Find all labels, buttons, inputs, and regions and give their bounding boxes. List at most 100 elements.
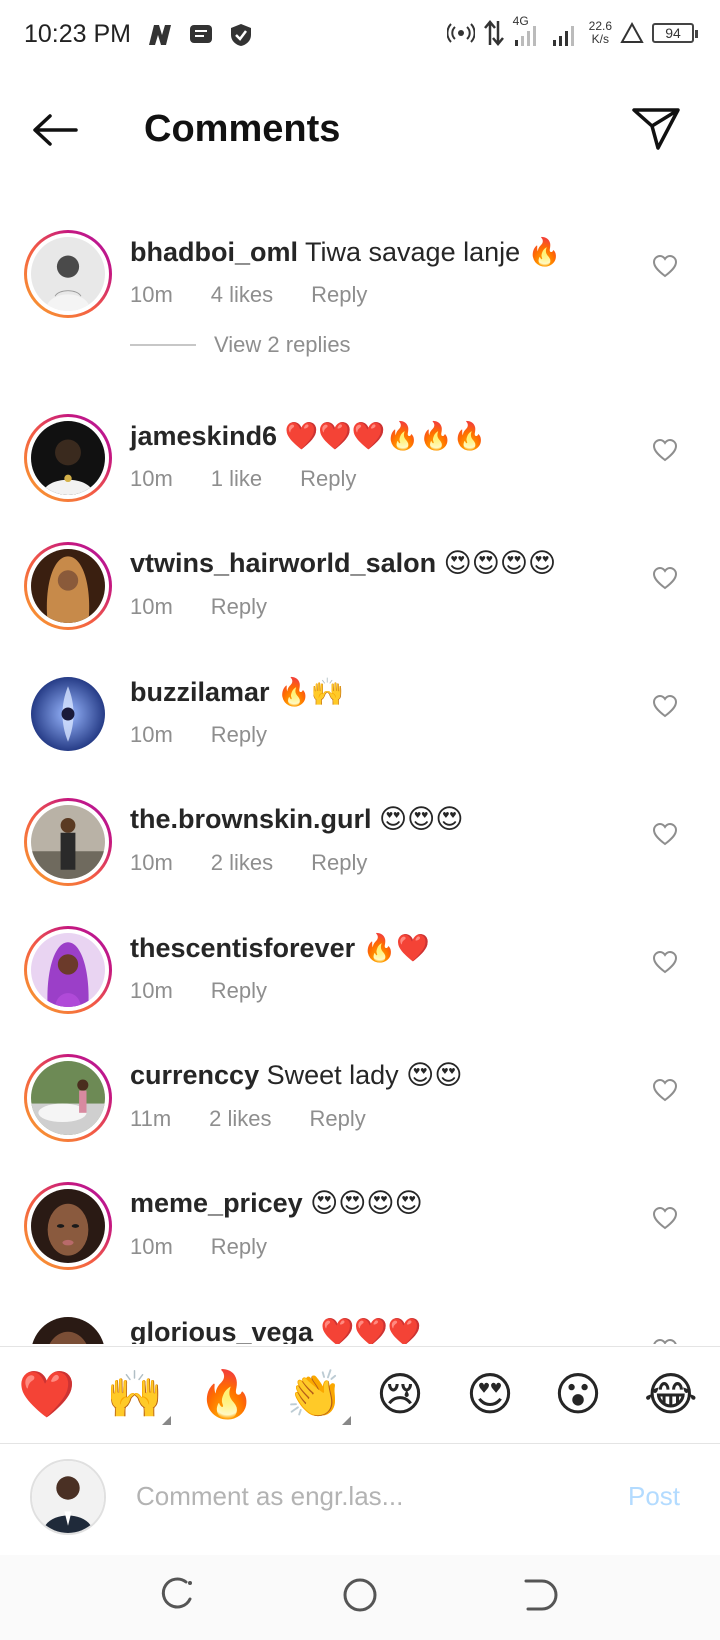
avatar[interactable] bbox=[24, 414, 112, 502]
emoji-quick-bar: ❤️ 🙌 🔥 👏 😢 😍 😮 😂 bbox=[0, 1346, 720, 1444]
comment-meta: 10m 1 like Reply bbox=[130, 466, 356, 492]
like-heart-icon[interactable] bbox=[652, 1078, 678, 1102]
reply-button[interactable]: Reply bbox=[211, 978, 267, 1004]
view-replies-link[interactable]: View 2 replies bbox=[130, 332, 351, 358]
like-heart-icon[interactable] bbox=[652, 822, 678, 846]
emoji-fire[interactable]: 🔥 bbox=[198, 1367, 255, 1421]
home-icon[interactable] bbox=[338, 1573, 382, 1617]
emoji-clapping-glyph: 👏 bbox=[286, 1367, 344, 1421]
battery-level: 94 bbox=[665, 25, 681, 41]
avatar[interactable] bbox=[24, 542, 112, 630]
signal-icon bbox=[514, 26, 536, 46]
comment-username[interactable]: thescentisforever bbox=[130, 933, 355, 963]
direct-message-icon[interactable] bbox=[628, 100, 684, 156]
comment-text-line: the.brownskin.gurl 😍😍😍 bbox=[130, 804, 463, 835]
comment-username[interactable]: meme_pricey bbox=[130, 1188, 303, 1218]
avatar[interactable] bbox=[24, 926, 112, 1014]
back-arrow-icon[interactable] bbox=[30, 108, 80, 152]
view-replies-label: View 2 replies bbox=[214, 332, 351, 357]
comment-text-line: meme_pricey 😍😍😍😍 bbox=[130, 1188, 423, 1219]
n-app-icon bbox=[149, 25, 171, 45]
reply-button[interactable]: Reply bbox=[300, 466, 356, 492]
comment-likes[interactable]: 1 like bbox=[211, 466, 262, 492]
comment-body: Tiwa savage lanje 🔥 bbox=[305, 237, 562, 267]
like-heart-icon[interactable] bbox=[652, 438, 678, 462]
comment-username[interactable]: buzzilamar bbox=[130, 677, 270, 707]
comment-item: bhadboi_oml Tiwa savage lanje 🔥 10m 4 li… bbox=[0, 210, 720, 320]
page-title: Comments bbox=[144, 108, 341, 150]
avatar[interactable] bbox=[24, 1310, 112, 1344]
emoji-crying[interactable]: 😢 bbox=[376, 1367, 424, 1421]
comment-item: vtwins_hairworld_salon 😍😍😍😍 10m Reply bbox=[0, 522, 720, 632]
comment-time: 11m bbox=[130, 1106, 172, 1131]
status-right-icons: 4G 22.6 K/s 94 bbox=[446, 14, 698, 48]
comments-list[interactable]: bhadboi_oml Tiwa savage lanje 🔥 10m 4 li… bbox=[0, 190, 720, 1344]
header: Comments bbox=[0, 90, 720, 170]
reply-button[interactable]: Reply bbox=[311, 282, 367, 308]
avatar[interactable] bbox=[24, 1182, 112, 1270]
status-left-icons bbox=[146, 22, 254, 48]
comment-time: 10m bbox=[130, 978, 173, 1003]
status-bar: 10:23 PM 4G 22.6 K/s 94 bbox=[0, 0, 720, 72]
emoji-heart[interactable]: ❤️ bbox=[18, 1367, 75, 1421]
like-heart-icon[interactable] bbox=[652, 566, 678, 590]
network-speed: 22.6 K/s bbox=[589, 20, 612, 46]
comment-likes[interactable]: 4 likes bbox=[211, 282, 273, 308]
like-heart-icon[interactable] bbox=[652, 254, 678, 278]
comment-meta: 11m 2 likes Reply bbox=[130, 1106, 366, 1132]
comment-body: 🔥🙌 bbox=[277, 677, 345, 707]
comment-username[interactable]: glorious_vega bbox=[130, 1317, 313, 1344]
signal-icon bbox=[552, 26, 574, 46]
comment-username[interactable]: bhadboi_oml bbox=[130, 237, 298, 267]
emoji-laughing[interactable]: 😂 bbox=[644, 1367, 698, 1421]
comment-text-line: buzzilamar 🔥🙌 bbox=[130, 676, 344, 708]
comment-likes[interactable]: 2 likes bbox=[209, 1106, 271, 1132]
comment-text-line: bhadboi_oml Tiwa savage lanje 🔥 bbox=[130, 236, 561, 268]
like-heart-icon[interactable] bbox=[652, 1206, 678, 1230]
comment-text-line: thescentisforever 🔥❤️ bbox=[130, 932, 430, 964]
reply-button[interactable]: Reply bbox=[310, 1106, 366, 1132]
speed-unit: K/s bbox=[591, 32, 609, 46]
avatar[interactable] bbox=[24, 670, 112, 758]
comment-username[interactable]: the.brownskin.gurl bbox=[130, 804, 372, 834]
comment-body: Sweet lady 😍😍 bbox=[266, 1060, 463, 1090]
comment-text-line: jameskind6 ❤️❤️❤️🔥🔥🔥 bbox=[130, 420, 486, 452]
reply-button[interactable]: Reply bbox=[211, 1234, 267, 1260]
comment-text-line: glorious_vega ❤️❤️❤️ bbox=[130, 1316, 421, 1344]
comment-body: ❤️❤️❤️🔥🔥🔥 bbox=[284, 421, 487, 451]
reply-button[interactable]: Reply bbox=[311, 850, 367, 876]
comment-item: the.brownskin.gurl 😍😍😍 10m 2 likes Reply bbox=[0, 778, 720, 888]
emoji-raising-hands[interactable]: 🙌 bbox=[106, 1367, 172, 1425]
comment-item: currenccy Sweet lady 😍😍 11m 2 likes Repl… bbox=[0, 1034, 720, 1144]
avatar[interactable] bbox=[24, 1054, 112, 1142]
comment-likes[interactable]: 2 likes bbox=[211, 850, 273, 876]
like-heart-icon[interactable] bbox=[652, 950, 678, 974]
comment-composer: Post bbox=[0, 1445, 720, 1553]
comment-text-line: currenccy Sweet lady 😍😍 bbox=[130, 1060, 462, 1091]
back-nav-icon[interactable] bbox=[516, 1573, 560, 1617]
comment-input[interactable] bbox=[136, 1473, 586, 1519]
comment-username[interactable]: currenccy bbox=[130, 1060, 259, 1090]
comment-meta: 10m 2 likes Reply bbox=[130, 850, 367, 876]
comment-time: 10m bbox=[130, 282, 173, 307]
like-heart-icon[interactable] bbox=[652, 1338, 678, 1344]
reply-button[interactable]: Reply bbox=[211, 594, 267, 620]
comment-time: 10m bbox=[130, 1234, 173, 1259]
comment-meta: 10m 4 likes Reply bbox=[130, 282, 367, 308]
comment-username[interactable]: jameskind6 bbox=[130, 421, 277, 451]
comment-text-line: vtwins_hairworld_salon 😍😍😍😍 bbox=[130, 548, 556, 579]
emoji-surprised[interactable]: 😮 bbox=[554, 1367, 602, 1421]
like-heart-icon[interactable] bbox=[652, 694, 678, 718]
comment-time: 10m bbox=[130, 594, 173, 619]
reply-button[interactable]: Reply bbox=[211, 722, 267, 748]
message-icon bbox=[190, 25, 212, 43]
emoji-heart-eyes[interactable]: 😍 bbox=[466, 1367, 514, 1421]
avatar[interactable] bbox=[24, 798, 112, 886]
emoji-clapping[interactable]: 👏 bbox=[286, 1367, 352, 1425]
post-button[interactable]: Post bbox=[628, 1481, 680, 1512]
comment-username[interactable]: vtwins_hairworld_salon bbox=[130, 548, 436, 578]
comment-item: meme_pricey 😍😍😍😍 10m Reply bbox=[0, 1162, 720, 1272]
avatar[interactable] bbox=[24, 230, 112, 318]
recent-apps-icon[interactable] bbox=[156, 1573, 200, 1617]
status-time: 10:23 PM bbox=[24, 20, 132, 48]
